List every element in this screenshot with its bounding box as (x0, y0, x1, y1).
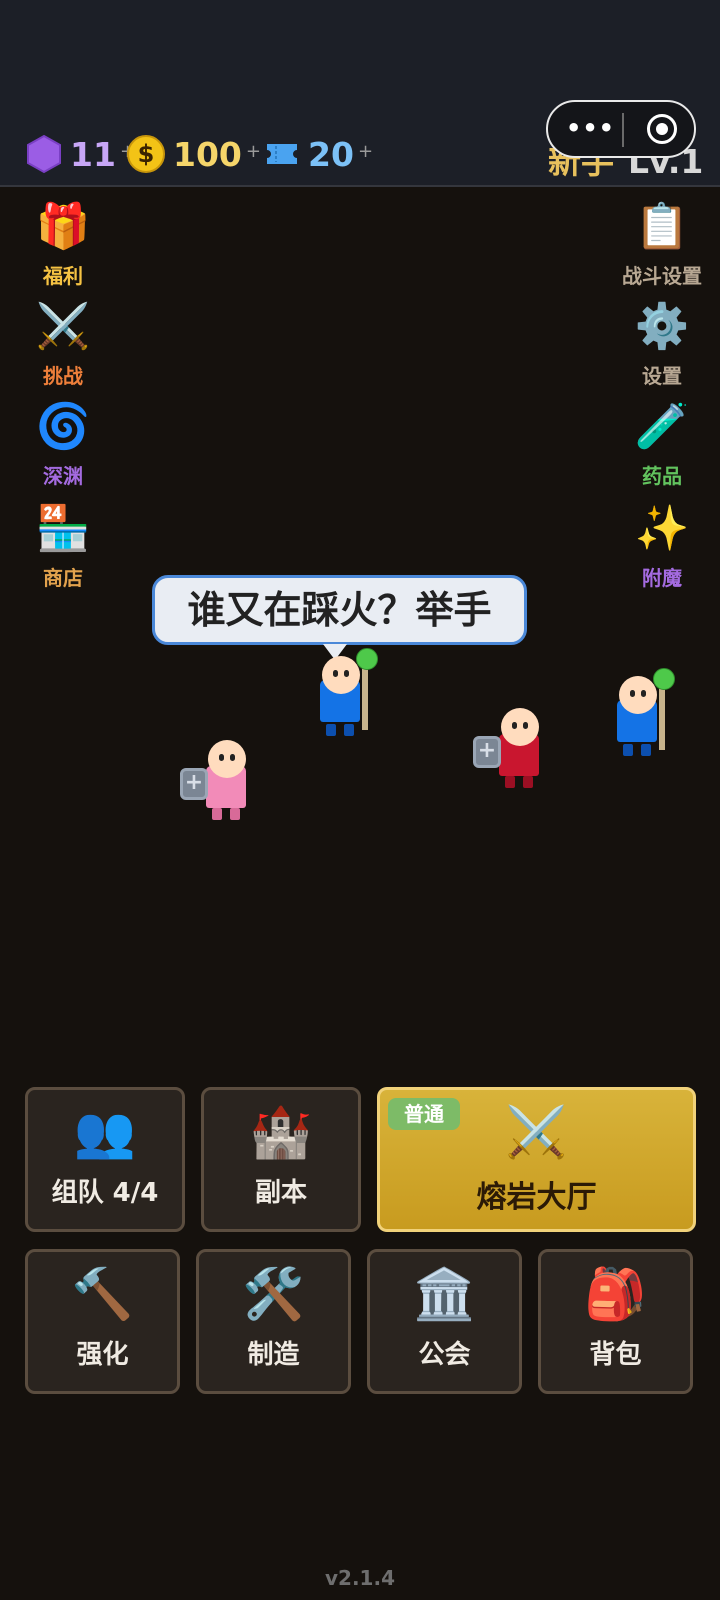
team-button[interactable]: 👥 组队 4/4 (25, 1087, 185, 1232)
backpack-button[interactable]: 🎒 背包 (538, 1249, 693, 1394)
start-battle-button[interactable]: 普通 ⚔️ 熔岩大厅 (377, 1087, 696, 1232)
miniprogram-capsule: ••• (546, 100, 696, 158)
eye (641, 690, 646, 697)
coin-add[interactable]: + (246, 141, 261, 162)
leg (505, 776, 515, 788)
dungeon-button[interactable]: 🏰 副本 (201, 1087, 361, 1232)
stage-name: 熔岩大厅 (476, 1180, 597, 1215)
coin-count: 100 (173, 134, 242, 174)
leg (523, 776, 533, 788)
head (322, 656, 360, 694)
menu-welfare-label: 福利 (43, 264, 83, 288)
top-bar: 11 + $ 100 + 20 + 新手Lv.1 ••• (0, 0, 720, 187)
guild-button[interactable]: 🏛️ 公会 (367, 1249, 522, 1394)
menu-challenge-label: 挑战 (43, 364, 83, 388)
capsule-divider (622, 113, 624, 147)
menu-welfare[interactable]: 🎁 福利 (18, 200, 108, 289)
menu-abyss[interactable]: 🌀 深渊 (18, 400, 108, 489)
ticket-count: 20 (308, 134, 354, 174)
leg (641, 744, 651, 756)
shield-icon: + (180, 768, 208, 800)
menu-enchant-label: 附魔 (642, 566, 682, 590)
menu-settings[interactable]: ⚙️ 设置 (612, 300, 712, 389)
test-tube-icon: 🧪 (634, 401, 690, 452)
leg (326, 724, 336, 736)
leg (344, 724, 354, 736)
eye (333, 670, 338, 677)
speech-bubble: 谁又在踩火？举手 (152, 575, 527, 660)
enhance-button[interactable]: 🔨 强化 (25, 1249, 180, 1394)
guild-button-label: 公会 (418, 1340, 471, 1370)
head (501, 708, 539, 746)
menu-challenge[interactable]: ⚔️ 挑战 (18, 300, 108, 389)
eye (344, 670, 349, 677)
busts-icon: 👥 (73, 1103, 137, 1161)
sparkles-icon: ✨ (634, 503, 690, 554)
menu-abyss-label: 深渊 (43, 464, 83, 488)
shield-icon: + (473, 736, 501, 768)
hammer-wrench-icon: 🛠️ (242, 1265, 305, 1323)
difficulty-tag: 普通 (388, 1098, 460, 1130)
menu-enchant[interactable]: ✨ 附魔 (612, 502, 712, 591)
menu-settings-label: 设置 (642, 364, 682, 388)
menu-potions-label: 药品 (642, 464, 682, 488)
leg (623, 744, 633, 756)
coin-counter[interactable]: $ 100 + (127, 132, 261, 176)
menu-battle-settings[interactable]: 📋 战斗设置 (612, 200, 712, 289)
gear-icon: ⚙️ (634, 301, 690, 352)
leg (230, 808, 240, 820)
menu-battle-settings-label: 战斗设置 (622, 264, 702, 288)
team-button-label: 组队 4/4 (51, 1178, 159, 1208)
more-menu-icon[interactable]: ••• (566, 116, 615, 140)
hammer-icon: 🔨 (71, 1265, 134, 1323)
crossed-swords-icon: ⚔️ (35, 301, 91, 352)
eye (630, 690, 635, 697)
menu-potions[interactable]: 🧪 药品 (612, 400, 712, 489)
convenience-store-icon: 🏪 (35, 503, 91, 554)
menu-shop[interactable]: 🏪 商店 (18, 502, 108, 591)
eye (230, 754, 235, 761)
gem-counter[interactable]: 11 + (26, 132, 135, 176)
staff-orb (653, 668, 675, 690)
ticket-counter[interactable]: 20 + (264, 132, 373, 176)
version-label: v2.1.4 (325, 1566, 395, 1590)
gift-icon: 🎁 (35, 201, 91, 252)
enhance-button-label: 强化 (76, 1340, 129, 1370)
backpack-button-label: 背包 (589, 1340, 642, 1370)
head (619, 676, 657, 714)
castle-icon: 🏰 (249, 1103, 313, 1161)
staff-orb (356, 648, 378, 670)
head (208, 740, 246, 778)
close-miniprogram-icon[interactable] (647, 114, 677, 144)
craft-button[interactable]: 🛠️ 制造 (196, 1249, 351, 1394)
gem-icon (27, 134, 61, 174)
leg (212, 808, 222, 820)
cyclone-icon: 🌀 (35, 401, 91, 452)
eye (219, 754, 224, 761)
craft-button-label: 制造 (247, 1340, 300, 1370)
ticket-icon (267, 144, 297, 164)
menu-shop-label: 商店 (43, 566, 83, 590)
classical-building-icon: 🏛️ (413, 1265, 476, 1323)
ticket-add[interactable]: + (358, 141, 373, 162)
gem-count: 11 (70, 134, 116, 174)
backpack-icon: 🎒 (584, 1265, 647, 1323)
dungeon-button-label: 副本 (254, 1178, 307, 1208)
clipboard-icon: 📋 (634, 201, 690, 252)
eye (523, 722, 528, 729)
eye (512, 722, 517, 729)
coin-icon: $ (127, 135, 165, 173)
